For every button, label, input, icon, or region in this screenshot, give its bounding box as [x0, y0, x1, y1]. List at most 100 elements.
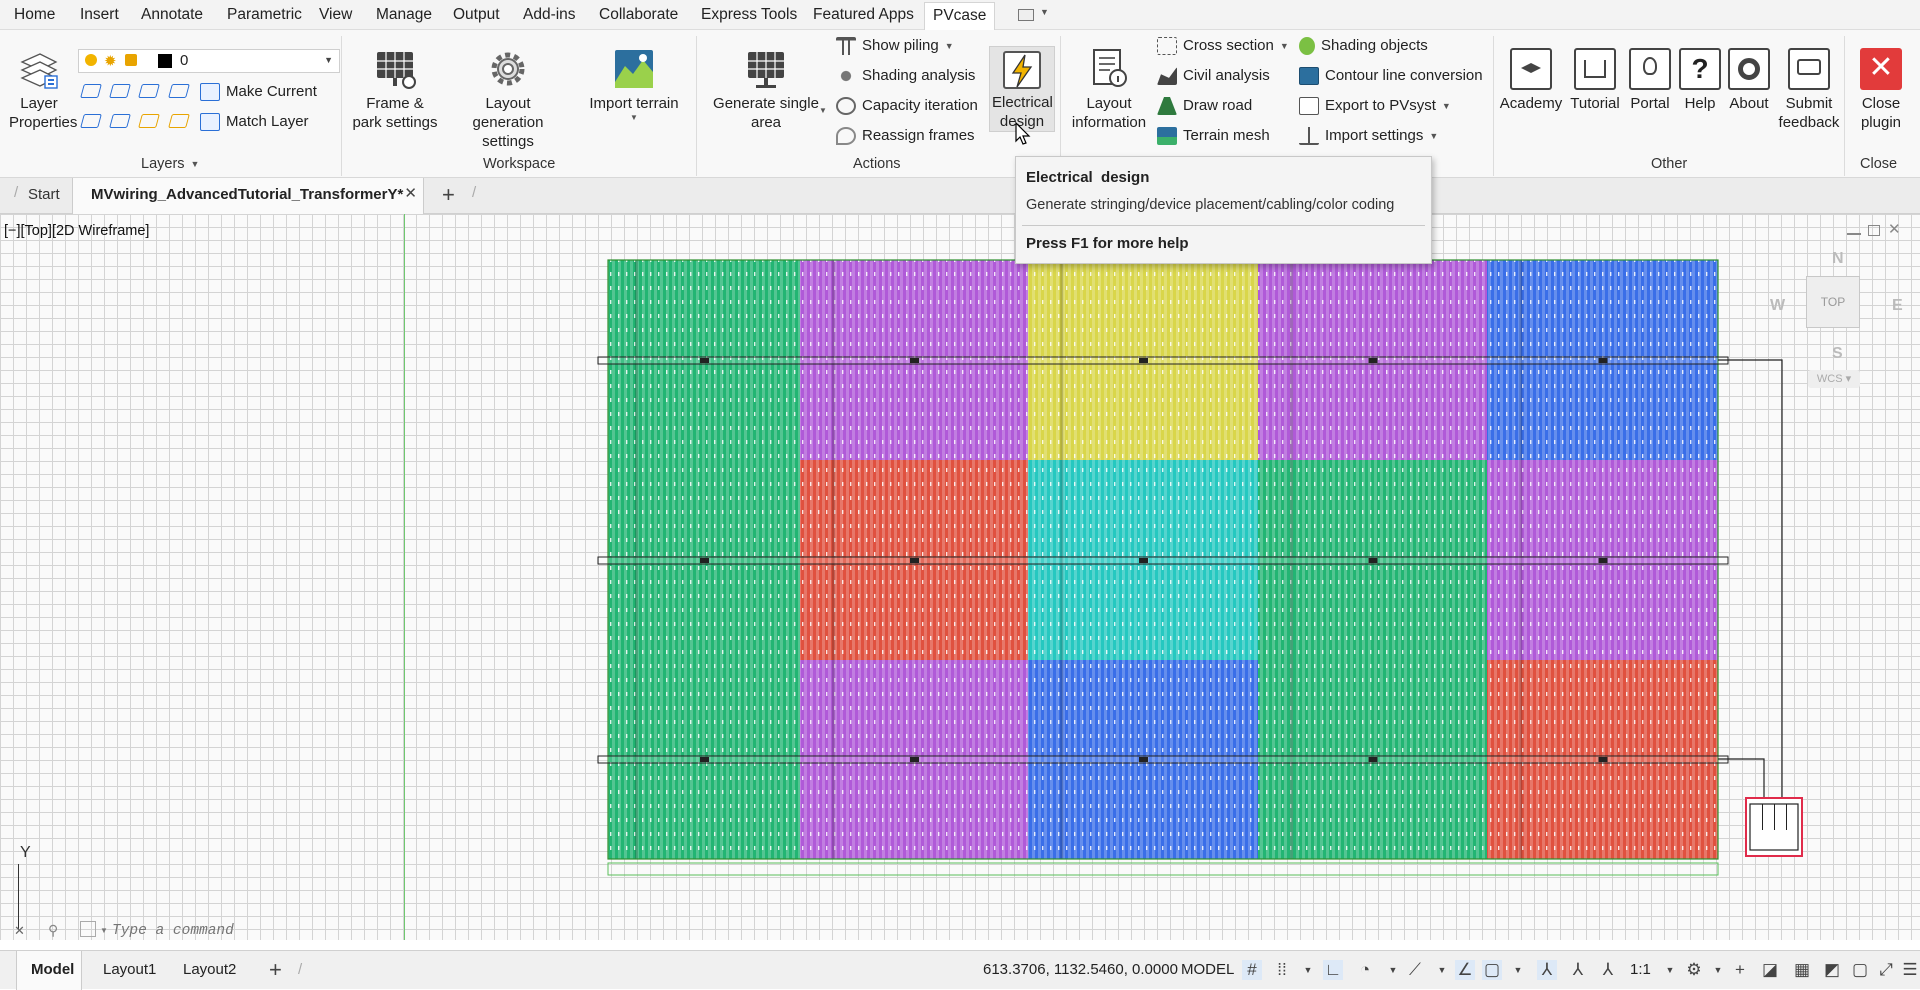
reassign-frames-button[interactable]: Reassign frames	[836, 124, 975, 148]
match-layer-button[interactable]: Match Layer	[200, 110, 309, 134]
layer-properties-button[interactable]: Layer Properties	[6, 48, 77, 132]
layer-on-tool-icon[interactable]	[80, 114, 102, 128]
layer-lock-tool-icon[interactable]	[168, 84, 190, 98]
chevron-down-icon[interactable]: ▼	[100, 926, 108, 935]
viewport-restore-icon[interactable]	[1868, 225, 1880, 236]
auto-scale-icon[interactable]: ⅄	[1568, 960, 1588, 980]
ortho-mode-icon[interactable]: ∟	[1323, 960, 1343, 980]
show-piling-button[interactable]: Show piling ▼	[836, 34, 954, 58]
menu-tab-pvcase[interactable]: PVcase	[924, 2, 996, 30]
isolate-objects-icon[interactable]: ◪	[1760, 960, 1780, 980]
viewcube-south[interactable]: S	[1832, 345, 1843, 363]
add-layout-plus-icon[interactable]: +	[269, 957, 282, 983]
shading-analysis-button[interactable]: Shading analysis	[836, 64, 975, 88]
object-snap-tracking-icon[interactable]: ∠	[1455, 960, 1475, 980]
model-space-toggle[interactable]: MODEL	[1181, 961, 1234, 978]
terrain-mesh-button[interactable]: Terrain mesh	[1157, 124, 1270, 148]
clean-screen-icon[interactable]: ◩	[1822, 960, 1842, 980]
viewcube-west[interactable]: W	[1770, 297, 1785, 315]
layout-tab-model[interactable]: Model	[16, 951, 82, 990]
ribbon-options-icon[interactable]	[1018, 9, 1034, 21]
ribbon-options-dropdown-icon[interactable]: ▼	[1040, 7, 1049, 17]
viewport-minimize-icon[interactable]	[1847, 225, 1861, 235]
menu-tab-manage[interactable]: Manage	[376, 4, 432, 28]
annotation-visibility-icon[interactable]: ⅄	[1537, 960, 1557, 980]
capacity-iteration-button[interactable]: Capacity iteration	[836, 94, 978, 118]
clean-screen-toggle-icon[interactable]: ▢	[1850, 960, 1870, 980]
layer-freeze-tool-icon[interactable]	[138, 84, 160, 98]
tab-start[interactable]: Start	[28, 186, 60, 203]
layout-information-button[interactable]: Layout information	[1066, 48, 1152, 132]
grid-display-icon[interactable]: #	[1242, 960, 1262, 980]
chevron-down-icon[interactable]: ▼	[1660, 960, 1680, 980]
academy-button[interactable]: Academy	[1497, 48, 1565, 113]
chevron-down-icon[interactable]: ▼	[1383, 960, 1403, 980]
draw-road-button[interactable]: Draw road	[1157, 94, 1252, 118]
import-settings-button[interactable]: Import settings ▼	[1299, 124, 1438, 148]
ucs-menu[interactable]: WCS ▾	[1808, 370, 1860, 388]
layout-tab-layout1[interactable]: Layout1	[103, 961, 156, 978]
civil-analysis-button[interactable]: Civil analysis	[1157, 64, 1270, 88]
object-snap-icon[interactable]: ▢	[1482, 960, 1502, 980]
layer-thaw-icon[interactable]	[138, 114, 160, 128]
close-plugin-button[interactable]: ✕ Close plugin	[1846, 48, 1916, 132]
portal-button[interactable]: Portal	[1622, 48, 1678, 113]
cursor-coordinates[interactable]: 613.3706, 1132.5460, 0.0000	[983, 961, 1178, 978]
tab-active-document[interactable]: MVwiring_AdvancedTutorial_TransformerY* …	[72, 178, 424, 214]
menu-tab-parametric[interactable]: Parametric	[227, 4, 302, 28]
layer-isolate-icon[interactable]	[109, 84, 131, 98]
frame-park-settings-button[interactable]: Frame & park settings	[345, 48, 445, 132]
layer-unlock-icon[interactable]	[168, 114, 190, 128]
command-history-icon[interactable]	[80, 921, 96, 937]
electrical-design-button[interactable]: Electrical design	[989, 46, 1055, 132]
export-to-pvsyst-button[interactable]: Export to PVsyst ▼	[1299, 94, 1451, 118]
contour-line-conversion-button[interactable]: Contour line conversion	[1299, 64, 1483, 88]
menu-tab-collaborate[interactable]: Collaborate	[599, 4, 678, 28]
viewport-close-icon[interactable]: ✕	[1888, 220, 1901, 238]
generate-single-area-button[interactable]: Generate single area	[706, 48, 826, 132]
layer-off-icon[interactable]	[80, 84, 102, 98]
chevron-down-icon[interactable]: ▼	[819, 106, 827, 115]
hamburger-menu-icon[interactable]: ☰	[1900, 960, 1920, 980]
menu-tab-addins[interactable]: Add-ins	[523, 4, 576, 28]
menu-tab-featured-apps[interactable]: Featured Apps	[813, 4, 914, 28]
submit-feedback-button[interactable]: Submit feedback	[1772, 48, 1846, 132]
snap-mode-icon[interactable]: ⁞⁞	[1272, 960, 1292, 980]
polar-tracking-icon[interactable]: ◔	[1355, 960, 1375, 980]
cross-section-button[interactable]: Cross section ▼	[1157, 34, 1289, 58]
gear-icon[interactable]: ⚙	[1684, 960, 1704, 980]
layers-panel-label[interactable]: Layers ▼	[141, 156, 199, 172]
isometric-drafting-icon[interactable]: ⟋	[1405, 960, 1425, 980]
fullscreen-icon[interactable]: ⤢	[1876, 960, 1896, 980]
layer-dropdown[interactable]: ✹ 0 ▼	[78, 49, 340, 73]
shading-objects-button[interactable]: Shading objects	[1299, 34, 1428, 58]
viewcube-east[interactable]: E	[1892, 297, 1903, 315]
wrench-icon[interactable]: ⚲	[48, 922, 58, 939]
menu-tab-annotate[interactable]: Annotate	[141, 4, 203, 28]
layout-generation-settings-button[interactable]: Layout generation settings	[445, 48, 571, 151]
annotation-scale-value[interactable]: 1:1	[1630, 961, 1651, 978]
menu-tab-express-tools[interactable]: Express Tools	[701, 4, 797, 28]
command-input[interactable]	[112, 920, 712, 942]
import-terrain-button[interactable]: Import terrain ▼	[578, 48, 690, 123]
menu-tab-view[interactable]: View	[319, 4, 352, 28]
chevron-down-icon[interactable]: ▼	[1708, 960, 1728, 980]
layer-unisolate-icon[interactable]	[109, 114, 131, 128]
viewcube-north[interactable]: N	[1832, 250, 1844, 268]
new-tab-plus-icon[interactable]: +	[442, 182, 455, 208]
layout-tab-layout2[interactable]: Layout2	[183, 961, 236, 978]
viewcube[interactable]: N W E S TOP WCS ▾	[1770, 250, 1910, 388]
drawing-canvas[interactable]: [−][Top][2D Wireframe] N W E S TOP WCS ▾…	[0, 214, 1920, 940]
close-tab-icon[interactable]: ✕	[404, 184, 417, 202]
viewcube-top-face[interactable]: TOP	[1806, 276, 1860, 328]
command-close-icon[interactable]: ✕	[14, 923, 25, 939]
hardware-acceleration-icon[interactable]: ▦	[1792, 960, 1812, 980]
chevron-down-icon[interactable]: ▼	[1432, 960, 1452, 980]
make-current-button[interactable]: Make Current	[200, 80, 317, 104]
pv-plant-layout[interactable]	[0, 214, 1920, 940]
about-button[interactable]: About	[1721, 48, 1777, 113]
chevron-down-icon[interactable]: ▼	[1508, 960, 1528, 980]
annotation-scale-icon[interactable]: ⅄	[1598, 960, 1618, 980]
help-button[interactable]: ? Help	[1674, 48, 1726, 113]
chevron-down-icon[interactable]: ▼	[1298, 960, 1318, 980]
